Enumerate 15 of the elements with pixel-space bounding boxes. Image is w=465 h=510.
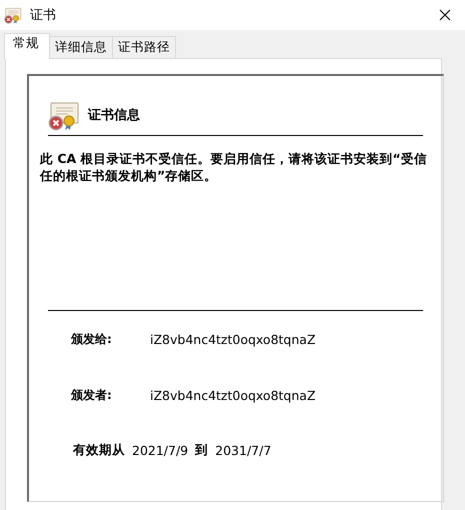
field-value: 2021/7/9 bbox=[132, 443, 188, 458]
field-value: iZ8vb4nc4tzt0oqxo8tqnaZ bbox=[150, 388, 316, 402]
certificate-icon bbox=[4, 6, 22, 24]
field-value: iZ8vb4nc4tzt0oqxo8tqnaZ bbox=[150, 332, 316, 346]
trust-warning: 此 CA 根目录证书不受信任。要启用信任，请将该证书安装到“受信任的根证书颁发机构”存储区。 bbox=[40, 150, 428, 184]
section-heading: 证书信息 bbox=[88, 107, 140, 124]
field-label: 有效期从 bbox=[73, 442, 125, 459]
field-label: 颁发者: bbox=[71, 386, 113, 404]
close-icon[interactable] bbox=[439, 9, 451, 21]
field-value: 2031/7/7 bbox=[215, 443, 272, 458]
tab[interactable]: 常规 bbox=[4, 33, 50, 59]
tab[interactable]: 证书路径 bbox=[112, 36, 176, 58]
window-title: 证书 bbox=[30, 7, 56, 24]
field-label: 颁发给: bbox=[71, 330, 113, 348]
field-label: 到 bbox=[195, 442, 208, 459]
